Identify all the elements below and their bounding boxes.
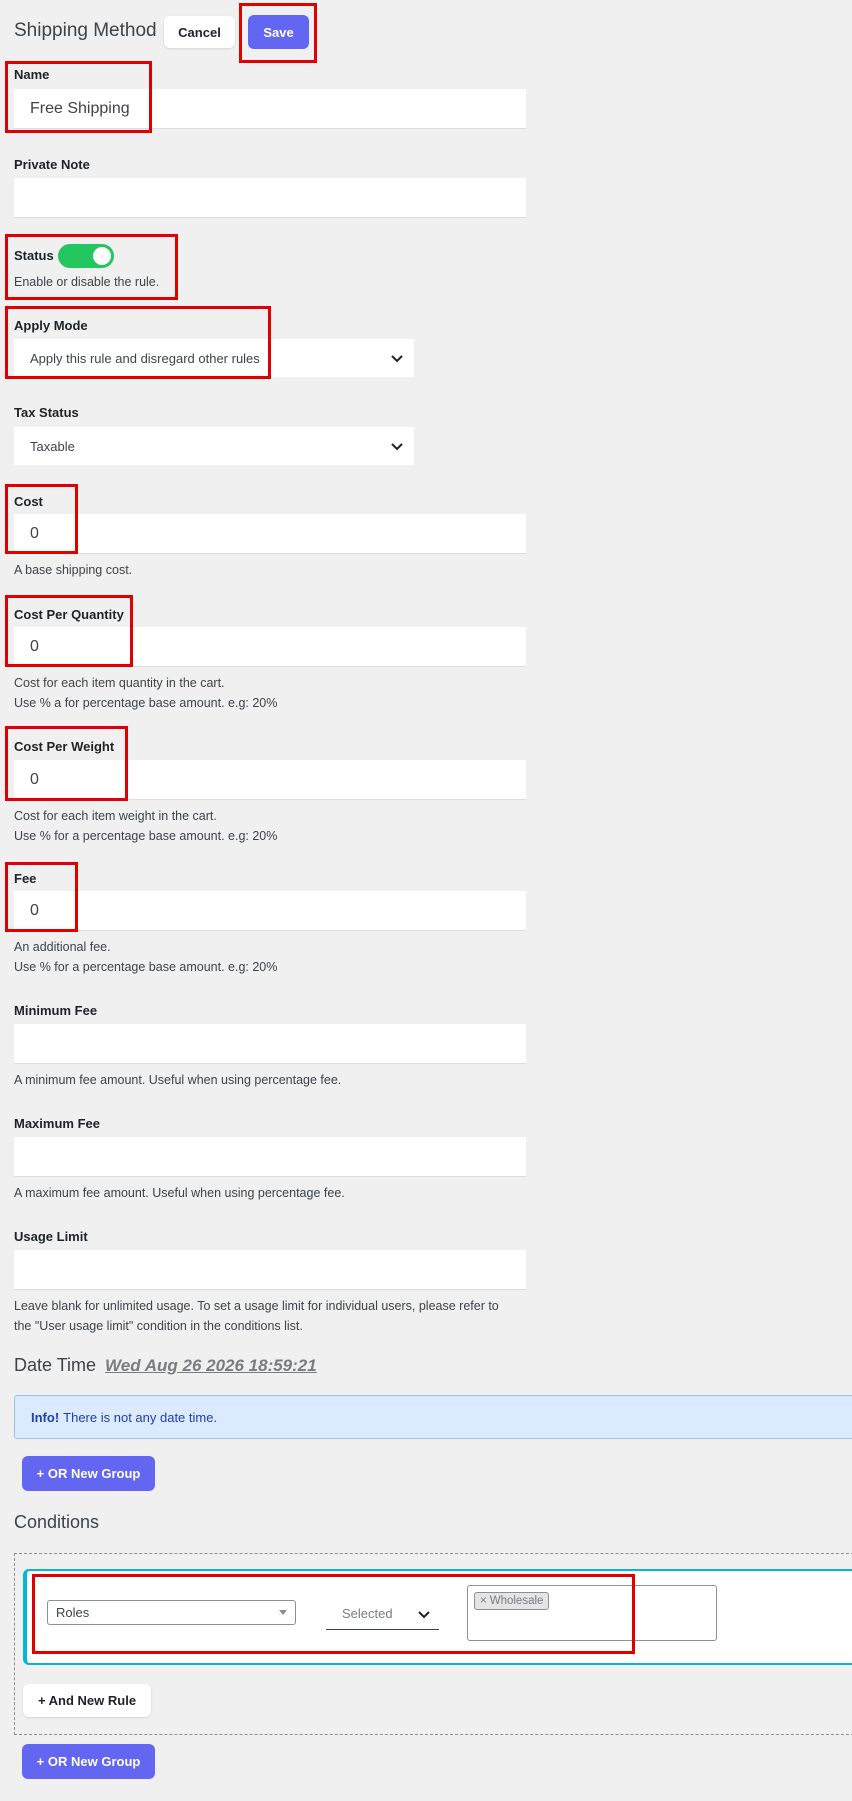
minimum-fee-input[interactable] — [14, 1024, 526, 1064]
cost-per-weight-label: Cost Per Weight — [14, 739, 115, 754]
fee-value: 0 — [30, 901, 39, 919]
cost-per-quantity-help-line2: Use % a for percentage base amount. e.g:… — [14, 696, 278, 710]
cost-per-quantity-help-line1: Cost for each item quantity in the cart. — [14, 676, 225, 690]
cost-help: A base shipping cost. — [14, 563, 133, 577]
minimum-fee-help: A minimum fee amount. Useful when using … — [14, 1073, 342, 1087]
cost-per-weight-help-line2: Use % for a percentage base amount. e.g:… — [14, 829, 278, 843]
minimum-fee-label: Minimum Fee — [14, 1003, 98, 1018]
date-time-label: Date Time — [14, 1355, 97, 1375]
apply-mode-value: Apply this rule and disregard other rule… — [30, 350, 260, 366]
cost-per-quantity-value: 0 — [30, 637, 39, 655]
cost-value: 0 — [30, 524, 39, 542]
fee-label: Fee — [14, 871, 37, 886]
usage-limit-help-line2: the "User usage limit" condition in the … — [14, 1319, 303, 1333]
date-time-heading: Date Time Wed Aug 26 2026 18:59:21 — [14, 1355, 317, 1376]
status-help: Enable or disable the rule. — [14, 275, 160, 289]
fee-input[interactable]: 0 — [14, 891, 526, 931]
and-new-rule-button[interactable]: + And New Rule — [23, 1684, 151, 1717]
date-time-value[interactable]: Wed Aug 26 2026 18:59:21 — [105, 1356, 317, 1375]
cost-input[interactable]: 0 — [14, 514, 526, 554]
private-note-label: Private Note — [14, 157, 90, 172]
apply-mode-label: Apply Mode — [14, 318, 88, 333]
apply-mode-select[interactable]: Apply this rule and disregard other rule… — [14, 339, 414, 377]
status-toggle-knob — [93, 247, 111, 265]
condition-operator-value: Selected — [342, 1606, 393, 1621]
maximum-fee-label: Maximum Fee — [14, 1116, 100, 1131]
chevron-down-icon — [418, 1610, 430, 1618]
private-note-input[interactable] — [14, 178, 526, 218]
condition-values-multiselect[interactable]: × Wholesale — [467, 1585, 717, 1641]
or-new-group-button-bottom[interactable]: + OR New Group — [22, 1744, 155, 1779]
maximum-fee-input[interactable] — [14, 1137, 526, 1177]
status-label: Status — [14, 248, 54, 263]
cost-per-quantity-label: Cost Per Quantity — [14, 607, 124, 622]
fee-help: An additional fee. Use % for a percentag… — [14, 937, 277, 977]
cost-per-weight-value: 0 — [30, 770, 39, 788]
cost-label: Cost — [14, 494, 43, 509]
fee-help-line1: An additional fee. — [14, 940, 111, 954]
save-button[interactable]: Save — [248, 15, 309, 49]
maximum-fee-help: A maximum fee amount. Useful when using … — [14, 1186, 345, 1200]
cost-per-weight-help-line1: Cost for each item weight in the cart. — [14, 809, 217, 823]
conditions-title: Conditions — [14, 1512, 100, 1532]
info-strong: Info! — [31, 1409, 60, 1425]
tag-remove-icon[interactable]: × — [480, 1595, 487, 1607]
chevron-down-icon — [391, 443, 403, 451]
page-title: Shipping Method — [14, 20, 157, 41]
cost-per-weight-input[interactable]: 0 — [14, 760, 526, 800]
or-new-group-button[interactable]: + OR New Group — [22, 1456, 155, 1491]
condition-type-value: Roles — [56, 1605, 90, 1620]
condition-operator-select[interactable]: Selected — [326, 1598, 439, 1630]
usage-limit-help-line1: Leave blank for unlimited usage. To set … — [14, 1299, 499, 1313]
cost-per-quantity-input[interactable]: 0 — [14, 627, 526, 667]
fee-help-line2: Use % for a percentage base amount. e.g:… — [14, 960, 278, 974]
cost-per-weight-help: Cost for each item weight in the cart. U… — [14, 806, 277, 846]
name-input[interactable]: Free Shipping — [14, 89, 526, 129]
name-label: Name — [14, 67, 50, 82]
status-toggle[interactable] — [58, 244, 114, 268]
condition-type-select[interactable]: Roles — [47, 1600, 296, 1625]
info-text: There is not any date time. — [63, 1409, 218, 1425]
chevron-down-icon — [391, 355, 403, 363]
tax-status-label: Tax Status — [14, 405, 79, 420]
usage-limit-help: Leave blank for unlimited usage. To set … — [14, 1296, 499, 1336]
usage-limit-input[interactable] — [14, 1250, 526, 1290]
info-notice: Info! There is not any date time. — [14, 1395, 852, 1439]
usage-limit-label: Usage Limit — [14, 1229, 88, 1244]
caret-down-icon — [279, 1610, 287, 1615]
tax-status-select[interactable]: Taxable — [14, 427, 414, 465]
tax-status-value: Taxable — [30, 438, 75, 454]
cost-per-quantity-help: Cost for each item quantity in the cart.… — [14, 673, 277, 713]
name-input-value: Free Shipping — [30, 99, 130, 117]
cancel-button[interactable]: Cancel — [164, 16, 235, 48]
tag-label: Wholesale — [489, 1595, 544, 1607]
selected-tag-wholesale: × Wholesale — [474, 1592, 550, 1610]
